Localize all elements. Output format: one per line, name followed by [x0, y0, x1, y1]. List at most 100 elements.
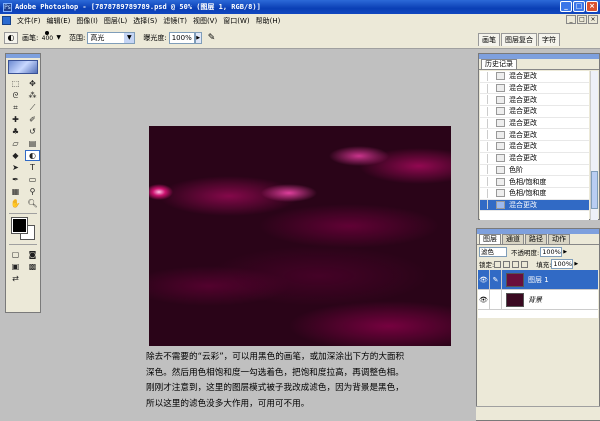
blur-tool-icon[interactable]: ◆	[8, 150, 23, 161]
history-scrollbar[interactable]	[590, 71, 598, 220]
history-row[interactable]: 混合更改	[480, 129, 589, 142]
scroll-thumb[interactable]	[591, 171, 598, 209]
tab-brushes[interactable]: 画笔	[478, 33, 500, 46]
healing-brush-tool-icon[interactable]: ✚	[8, 114, 23, 125]
history-source-checkbox[interactable]	[480, 118, 488, 128]
history-row[interactable]: 混合更改	[480, 199, 589, 212]
layer-row[interactable]: 👁︎ ✎ 图层 1	[478, 269, 598, 290]
menu-file[interactable]: 文件(F)	[14, 16, 44, 26]
toolbox-titlebar[interactable]	[6, 54, 40, 58]
screen-mode-icon[interactable]: ▣	[8, 261, 23, 272]
quick-mask-icon[interactable]: ◙	[25, 249, 40, 260]
lock-transparency-icon[interactable]	[494, 260, 502, 268]
tab-history[interactable]: 历史记录	[481, 59, 517, 69]
path-selection-tool-icon[interactable]: ➤	[8, 162, 23, 173]
history-source-checkbox[interactable]	[480, 177, 488, 187]
tab-actions[interactable]: 动作	[548, 234, 570, 244]
brush-tool-icon[interactable]: ✐	[25, 114, 40, 125]
history-source-checkbox[interactable]	[480, 71, 488, 81]
maximize-button[interactable]: □	[573, 1, 585, 12]
eyedropper-tool-icon[interactable]: ⚲	[25, 186, 40, 197]
history-source-checkbox[interactable]	[480, 188, 488, 198]
tab-layers[interactable]: 图层	[479, 234, 501, 244]
photoshop-feather-logo[interactable]	[8, 60, 38, 74]
history-row[interactable]: 混合更改	[480, 141, 589, 153]
tab-layer-comps[interactable]: 图层复合	[501, 33, 537, 46]
exposure-slider-button[interactable]: ▶	[194, 31, 202, 44]
clone-stamp-tool-icon[interactable]: ♣	[8, 126, 23, 137]
dodge-tool-icon[interactable]: ◐	[25, 150, 40, 161]
lock-position-icon[interactable]	[512, 260, 520, 268]
zoom-tool-icon[interactable]: 🔍︎	[25, 198, 40, 209]
history-source-checkbox[interactable]	[480, 153, 488, 163]
history-source-checkbox[interactable]	[480, 141, 488, 151]
fill-arrow-icon[interactable]: ▶	[574, 261, 578, 267]
shape-tool-icon[interactable]: ▭	[25, 174, 40, 185]
doc-restore-button[interactable]: □	[577, 15, 587, 24]
menu-filter[interactable]: 滤镜(T)	[160, 16, 190, 26]
opacity-input[interactable]: 100%	[540, 246, 563, 257]
history-source-checkbox[interactable]	[480, 200, 488, 210]
jump-to-imageready-icon[interactable]: ⇄	[8, 273, 23, 284]
history-source-checkbox[interactable]	[480, 83, 488, 93]
foreground-color-swatch[interactable]	[11, 217, 28, 234]
slice-tool-icon[interactable]: ⟋	[25, 102, 40, 113]
blend-mode-select[interactable]: 滤色	[479, 246, 507, 257]
history-row[interactable]: 混合更改	[480, 153, 589, 165]
history-row[interactable]: 混合更改	[480, 118, 589, 130]
move-tool-icon[interactable]: ✥	[25, 78, 40, 89]
menu-edit[interactable]: 编辑(E)	[44, 16, 74, 26]
history-row[interactable]: 混合更改	[480, 83, 589, 95]
close-button[interactable]: ×	[586, 1, 598, 12]
menu-view[interactable]: 视图(V)	[190, 16, 220, 26]
eraser-tool-icon[interactable]: ▱	[8, 138, 23, 149]
hand-tool-icon[interactable]: ✋	[8, 198, 23, 209]
tab-paths[interactable]: 路径	[525, 234, 547, 244]
history-row[interactable]: 色相/饱和度	[480, 176, 589, 188]
type-tool-icon[interactable]: T	[25, 162, 40, 173]
airbrush-icon[interactable]: ✎	[208, 33, 216, 43]
history-source-checkbox[interactable]	[480, 106, 488, 116]
gradient-tool-icon[interactable]: ▤	[25, 138, 40, 149]
eye-icon[interactable]: 👁︎	[478, 289, 490, 310]
crop-tool-icon[interactable]: ⌗	[8, 102, 23, 113]
history-source-checkbox[interactable]	[480, 165, 488, 175]
pen-tool-icon[interactable]: ✒	[8, 174, 23, 185]
document-icon[interactable]	[2, 16, 11, 25]
doc-close-button[interactable]: ×	[588, 15, 598, 24]
marquee-tool-icon[interactable]: ⬚	[8, 78, 23, 89]
lasso-tool-icon[interactable]: ᘓ	[8, 90, 23, 101]
lock-all-icon[interactable]	[521, 260, 529, 268]
menu-window[interactable]: 窗口(W)	[220, 16, 252, 26]
layer-row[interactable]: 👁︎ 背景	[478, 289, 598, 310]
brush-picker[interactable]: 400	[40, 30, 54, 45]
history-row[interactable]: 混合更改	[480, 71, 589, 83]
lock-image-icon[interactable]	[503, 260, 511, 268]
history-row[interactable]: 色阶	[480, 165, 589, 177]
tab-character[interactable]: 字符	[538, 33, 560, 46]
exposure-input[interactable]: 100%	[168, 31, 195, 44]
history-source-checkbox[interactable]	[480, 130, 488, 140]
magic-wand-tool-icon[interactable]: ⁂	[25, 90, 40, 101]
photoshop-app-icon[interactable]: Ps	[3, 2, 12, 12]
minimize-button[interactable]: _	[560, 1, 572, 12]
history-source-checkbox[interactable]	[480, 95, 488, 105]
eye-icon[interactable]: 👁︎	[478, 269, 490, 290]
tool-preset-picker[interactable]: ◐	[4, 31, 18, 44]
range-select[interactable]: 高光 ▼	[87, 31, 136, 44]
menu-select[interactable]: 选择(S)	[130, 16, 160, 26]
history-row[interactable]: 混合更改	[480, 106, 589, 118]
menu-help[interactable]: 帮助(H)	[253, 16, 284, 26]
doc-minimize-button[interactable]: _	[566, 15, 576, 24]
history-brush-tool-icon[interactable]: ↺	[25, 126, 40, 137]
tab-channels[interactable]: 通道	[502, 234, 524, 244]
full-screen-mode-icon[interactable]: ▩	[25, 261, 40, 272]
menu-image[interactable]: 图像(I)	[73, 16, 101, 26]
opacity-arrow-icon[interactable]: ▶	[563, 249, 567, 255]
brush-dropdown-icon[interactable]: ▼	[56, 34, 61, 41]
standard-mode-icon[interactable]: ▢	[8, 249, 23, 260]
document-canvas[interactable]	[149, 126, 451, 346]
history-row[interactable]: 色相/饱和度	[480, 188, 589, 200]
history-row[interactable]: 混合更改	[480, 94, 589, 107]
menu-layer[interactable]: 图层(L)	[101, 16, 130, 26]
